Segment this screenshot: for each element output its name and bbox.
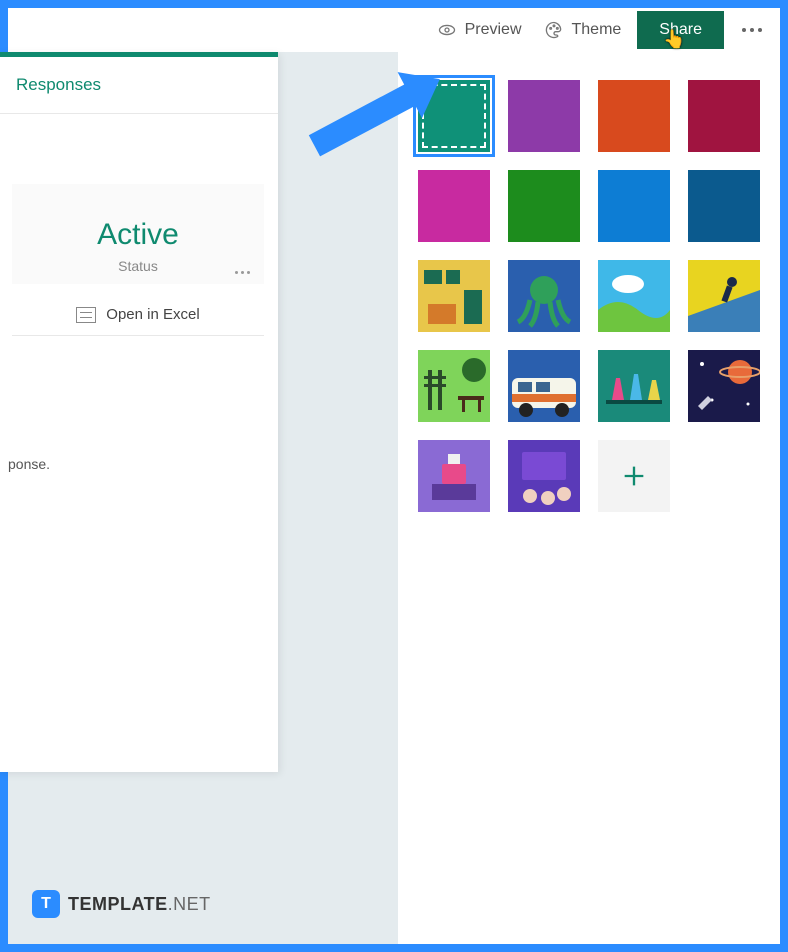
theme-image-sky[interactable]: [598, 260, 670, 332]
theme-image-lab[interactable]: [598, 350, 670, 422]
theme-image-room[interactable]: [418, 260, 490, 332]
theme-image-snowboard[interactable]: [688, 260, 760, 332]
preview-icon: [437, 20, 457, 40]
watermark: T TEMPLATE.NET: [32, 890, 211, 918]
open-excel-label: Open in Excel: [106, 306, 199, 323]
cursor-icon: 👆: [663, 29, 685, 50]
theme-image-octopus[interactable]: [508, 260, 580, 332]
theme-button[interactable]: Theme: [538, 14, 628, 46]
theme-icon: [544, 20, 564, 40]
preview-button[interactable]: Preview: [431, 14, 528, 46]
theme-swatch-purple[interactable]: [508, 80, 580, 152]
card-more-button[interactable]: [235, 271, 250, 274]
share-button[interactable]: Share 👆: [637, 11, 724, 49]
excel-icon: [76, 307, 96, 323]
top-toolbar: Preview Theme Share 👆: [8, 8, 780, 52]
watermark-badge: T: [32, 890, 60, 918]
truncated-text: ponse.: [0, 336, 278, 472]
theme-swatch-green[interactable]: [508, 170, 580, 242]
theme-label: Theme: [572, 21, 622, 39]
status-card: Active Status: [12, 184, 264, 284]
status-label: Status: [22, 258, 254, 274]
theme-image-desk[interactable]: [418, 440, 490, 512]
theme-swatch-blue[interactable]: [598, 170, 670, 242]
theme-panel: [398, 52, 780, 944]
add-theme-button[interactable]: [598, 440, 670, 512]
theme-image-van[interactable]: [508, 350, 580, 422]
status-value: Active: [22, 218, 254, 252]
watermark-text: TEMPLATE.NET: [68, 894, 211, 915]
more-button[interactable]: [734, 28, 770, 32]
theme-swatch-magenta[interactable]: [418, 170, 490, 242]
app-frame: Preview Theme Share 👆 Responses Active S…: [8, 8, 780, 944]
open-in-excel-button[interactable]: Open in Excel: [12, 284, 264, 336]
responses-tab[interactable]: Responses: [0, 57, 278, 114]
preview-label: Preview: [465, 21, 522, 39]
theme-image-classroom[interactable]: [508, 440, 580, 512]
theme-image-park[interactable]: [418, 350, 490, 422]
theme-grid: [418, 80, 760, 512]
theme-swatch-orange[interactable]: [598, 80, 670, 152]
theme-swatch-navy[interactable]: [688, 170, 760, 242]
plus-icon: [620, 462, 648, 490]
theme-swatch-crimson[interactable]: [688, 80, 760, 152]
theme-image-space[interactable]: [688, 350, 760, 422]
responses-panel: Responses Active Status Open in Excel po…: [0, 52, 278, 772]
